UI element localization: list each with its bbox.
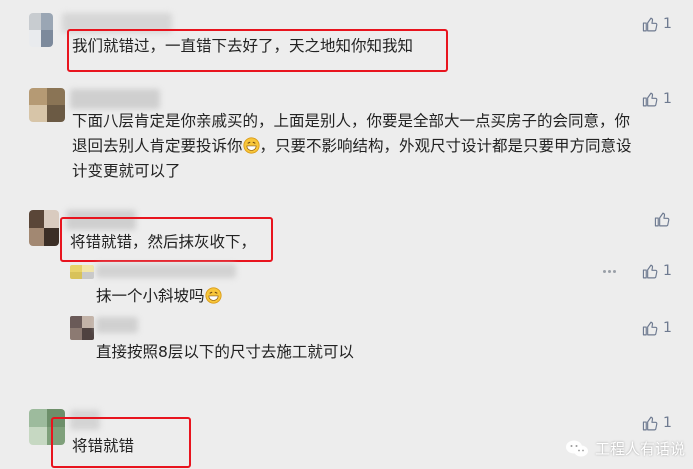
username-blurred[interactable] [66,210,136,230]
thumbs-up-icon [642,321,658,335]
comment-item: 将错就错，然后抹灰收下， [0,204,693,264]
comment-item: 1 下面八层肯定是你亲戚买的，上面是别人，你要是全部大一点买房子的会同意，你 退… [0,84,693,194]
comments-page: 1 我们就错过，一直错下去好了，天之地知你知我知 1 下面八层肯定是你亲戚买的，… [0,0,693,469]
avatar[interactable] [70,265,94,279]
more-dots-icon[interactable] [603,270,616,273]
comment-text-part: ，只要不影响结构，外观尺寸设计都是只要甲方同意设 [259,137,632,155]
like-count: 1 [663,16,672,32]
like-count: 1 [663,263,672,279]
comment-text-line: 计变更就可以了 [72,162,181,180]
username-blurred[interactable] [62,13,172,33]
wechat-icon [565,440,588,456]
comment-text: 将错就错，然后抹灰收下， [70,233,257,251]
comment-item: 1 将错就错 [0,405,693,469]
avatar[interactable] [29,409,65,445]
comment-text-part: 退回去别人肯定要投诉你 [72,137,243,155]
comment-text-line: 下面八层肯定是你亲戚买的，上面是别人，你要是全部大一点买房子的会同意，你 [72,112,631,130]
thumbs-up-icon [642,17,658,31]
like-count: 1 [663,320,672,336]
like-button[interactable]: 1 [642,318,672,338]
comment-text: 直接按照8层以下的尺寸去施工就可以 [96,343,354,361]
comment-text: 抹一个小斜坡吗 [96,283,222,310]
reply-item: 1 直接按照8层以下的尺寸去施工就可以 [0,314,693,364]
comment-text-part: 抹一个小斜坡吗 [96,287,205,305]
like-count: 1 [663,415,672,431]
like-button[interactable] [654,209,675,229]
comment-text: 将错就错 [72,437,135,455]
like-button[interactable]: 1 [642,89,672,109]
avatar[interactable] [29,88,65,122]
comment-text: 我们就错过，一直错下去好了，天之地知你知我知 [72,37,414,55]
watermark-text: 工程人有话说 [594,440,685,458]
comment-item: 1 我们就错过，一直错下去好了，天之地知你知我知 [0,0,693,80]
like-button[interactable]: 1 [642,413,672,433]
grin-emoji-icon [242,137,260,154]
like-button[interactable]: 1 [642,14,672,34]
thumbs-up-icon [642,264,658,278]
like-count: 1 [663,91,672,107]
comment-text-line: 退回去别人肯定要投诉你 ，只要不影响结构，外观尺寸设计都是只要甲方同意设 [72,133,632,160]
thumbs-up-icon [642,416,658,430]
thumbs-up-icon [654,212,670,226]
grin-emoji-icon [204,287,222,304]
username-blurred[interactable] [70,410,100,430]
thumbs-up-icon [642,92,658,106]
avatar[interactable] [29,13,53,47]
avatar[interactable] [29,210,59,246]
username-blurred[interactable] [70,89,160,109]
avatar[interactable] [70,316,94,340]
username-blurred[interactable] [96,264,236,278]
watermark: 工程人有话说 [565,438,685,459]
like-button[interactable]: 1 [642,261,672,281]
username-blurred[interactable] [96,317,138,333]
reply-item: 1 抹一个小斜坡吗 [0,262,693,312]
